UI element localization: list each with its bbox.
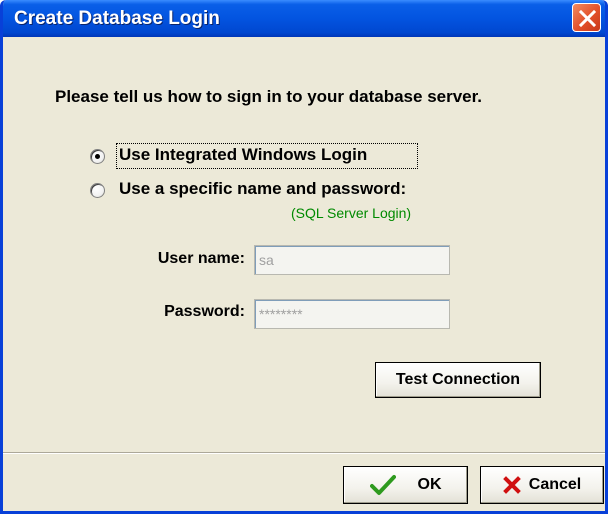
create-database-login-dialog: Create Database Login Please tell us how… (0, 0, 608, 514)
radio-specific-login[interactable] (90, 183, 105, 198)
radio-integrated-login[interactable] (90, 149, 105, 164)
close-icon (579, 10, 596, 27)
username-field[interactable] (254, 245, 450, 275)
checkmark-icon (369, 475, 396, 495)
label-specific-login[interactable]: Use a specific name and password: (119, 179, 406, 199)
close-button[interactable] (572, 3, 601, 32)
instruction-text: Please tell us how to sign in to your da… (55, 87, 483, 106)
footer-divider (3, 452, 605, 454)
sql-server-login-note: (SQL Server Login) (291, 205, 412, 221)
ok-button[interactable]: OK (343, 466, 468, 504)
label-integrated-login[interactable]: Use Integrated Windows Login (119, 145, 367, 165)
password-field[interactable] (254, 299, 450, 329)
username-label: User name: (157, 250, 245, 267)
cancel-button[interactable]: Cancel (480, 466, 604, 504)
radio-selected-dot (95, 154, 100, 159)
test-connection-button[interactable]: Test Connection (375, 362, 541, 398)
window-title: Create Database Login (14, 8, 220, 29)
title-bar[interactable]: Create Database Login (3, 0, 605, 37)
cancel-x-icon (502, 476, 521, 494)
password-label: Password: (164, 303, 245, 320)
